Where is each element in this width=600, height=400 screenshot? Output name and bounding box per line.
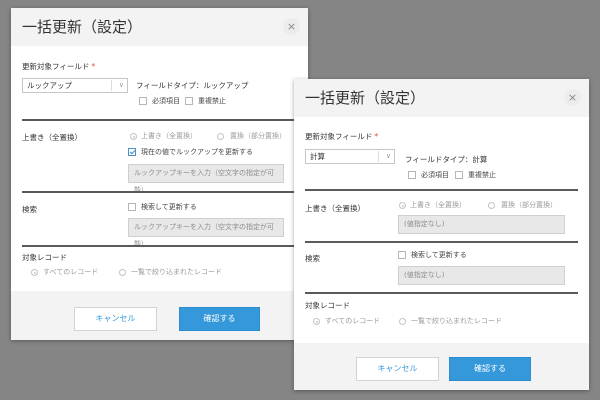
target-field-label-text: 更新対象フィールド — [22, 62, 90, 71]
update-lookup-label: 現在の値でルックアップを更新する — [141, 148, 253, 156]
dialog-title: 一括更新（設定） — [22, 18, 143, 36]
update-after-search-label: 検索して更新する — [411, 251, 467, 259]
replace-radio-label: 置換（部分置換） — [230, 132, 286, 140]
target-records-label: 対象レコード — [22, 253, 67, 262]
bulk-update-dialog-calculation: 一括更新（設定） × 更新対象フィールド * 計算 ∨ フィールドタイプ：計算 必… — [294, 79, 589, 390]
field-type-text: フィールドタイプ：ルックアップ — [136, 81, 249, 90]
dialog-title: 一括更新（設定） — [305, 89, 426, 107]
replace-radio[interactable] — [488, 202, 495, 209]
overwrite-radio-label: 上書き（全置換） — [141, 132, 197, 140]
target-field-label: 更新対象フィールド * — [22, 61, 95, 72]
section-divider — [305, 189, 578, 191]
section-divider — [305, 241, 578, 243]
dialog-footer: キャンセル 確認する — [11, 291, 308, 340]
close-icon[interactable]: × — [283, 18, 300, 35]
update-after-search-checkbox[interactable] — [128, 203, 136, 211]
field-type-text: フィールドタイプ：計算 — [405, 155, 488, 164]
no-duplicates-label: 重複禁止 — [198, 97, 226, 105]
filtered-records-radio[interactable] — [399, 318, 406, 325]
chevron-down-icon: ∨ — [118, 81, 124, 89]
select-separator — [111, 80, 112, 91]
filtered-records-label: 一覧で絞り込まれたレコード — [131, 268, 222, 276]
overwrite-section-label: 上書き（全置換） — [22, 133, 82, 142]
no-duplicates-checkbox[interactable] — [455, 171, 463, 179]
dialog-header: 一括更新（設定） × — [294, 79, 589, 117]
section-divider — [305, 292, 578, 294]
required-mark: * — [374, 132, 379, 141]
search-lookup-key-input[interactable]: ルックアップキーを入力（空文字の指定が可能） — [128, 218, 284, 248]
required-item-checkbox[interactable] — [139, 97, 147, 105]
cancel-button[interactable]: キャンセル — [356, 357, 439, 381]
dialog-footer: キャンセル 確認する — [294, 343, 589, 390]
cancel-button[interactable]: キャンセル — [74, 307, 157, 331]
overwrite-lookup-key-input[interactable]: ルックアップキーを入力（空文字の指定が可能） — [128, 164, 284, 194]
all-records-label: すべてのレコード — [325, 317, 381, 325]
target-field-label-text: 更新対象フィールド — [305, 132, 373, 141]
select-separator — [378, 151, 379, 162]
overwrite-radio[interactable] — [130, 133, 137, 140]
search-section-label: 検索 — [305, 254, 320, 263]
all-records-radio[interactable] — [31, 269, 38, 276]
bulk-update-dialog-lookup: 一括更新（設定） × 更新対象フィールド * ルックアップ ∨ フィールドタイプ：… — [11, 8, 308, 340]
required-mark: * — [91, 62, 96, 71]
close-icon[interactable]: × — [564, 89, 581, 106]
all-records-radio[interactable] — [313, 318, 320, 325]
search-section-label: 検索 — [22, 205, 37, 214]
confirm-button[interactable]: 確認する — [179, 307, 260, 331]
update-after-search-checkbox[interactable] — [398, 251, 406, 259]
filtered-records-label: 一覧で絞り込まれたレコード — [411, 317, 502, 325]
target-field-select[interactable]: 計算 ∨ — [305, 149, 395, 164]
overwrite-radio[interactable] — [399, 202, 406, 209]
section-divider — [22, 245, 297, 247]
required-item-label: 必須項目 — [421, 171, 449, 179]
confirm-button[interactable]: 確認する — [449, 357, 531, 381]
target-field-value: 計算 — [310, 152, 325, 161]
search-value-input[interactable]: (値指定なし) — [398, 266, 565, 285]
required-item-label: 必須項目 — [152, 97, 180, 105]
update-lookup-checkbox[interactable] — [128, 148, 136, 156]
target-records-label: 対象レコード — [305, 301, 350, 310]
replace-radio-label: 置換（部分置換） — [501, 201, 557, 209]
no-duplicates-label: 重複禁止 — [468, 171, 496, 179]
target-field-label: 更新対象フィールド * — [305, 131, 378, 142]
dialog-header: 一括更新（設定） × — [11, 8, 308, 46]
filtered-records-radio[interactable] — [119, 269, 126, 276]
overwrite-radio-label: 上書き（全置換） — [410, 201, 466, 209]
overwrite-value-input[interactable]: (値指定なし) — [398, 215, 565, 234]
all-records-label: すべてのレコード — [43, 268, 99, 276]
target-field-select[interactable]: ルックアップ ∨ — [22, 78, 128, 93]
no-duplicates-checkbox[interactable] — [185, 97, 193, 105]
replace-radio[interactable] — [217, 133, 224, 140]
update-after-search-label: 検索して更新する — [141, 203, 197, 211]
overwrite-section-label: 上書き（全置換） — [305, 204, 365, 213]
section-divider — [22, 119, 297, 121]
chevron-down-icon: ∨ — [385, 152, 391, 160]
target-field-value: ルックアップ — [27, 81, 72, 90]
required-item-checkbox[interactable] — [408, 171, 416, 179]
section-divider — [22, 191, 297, 193]
